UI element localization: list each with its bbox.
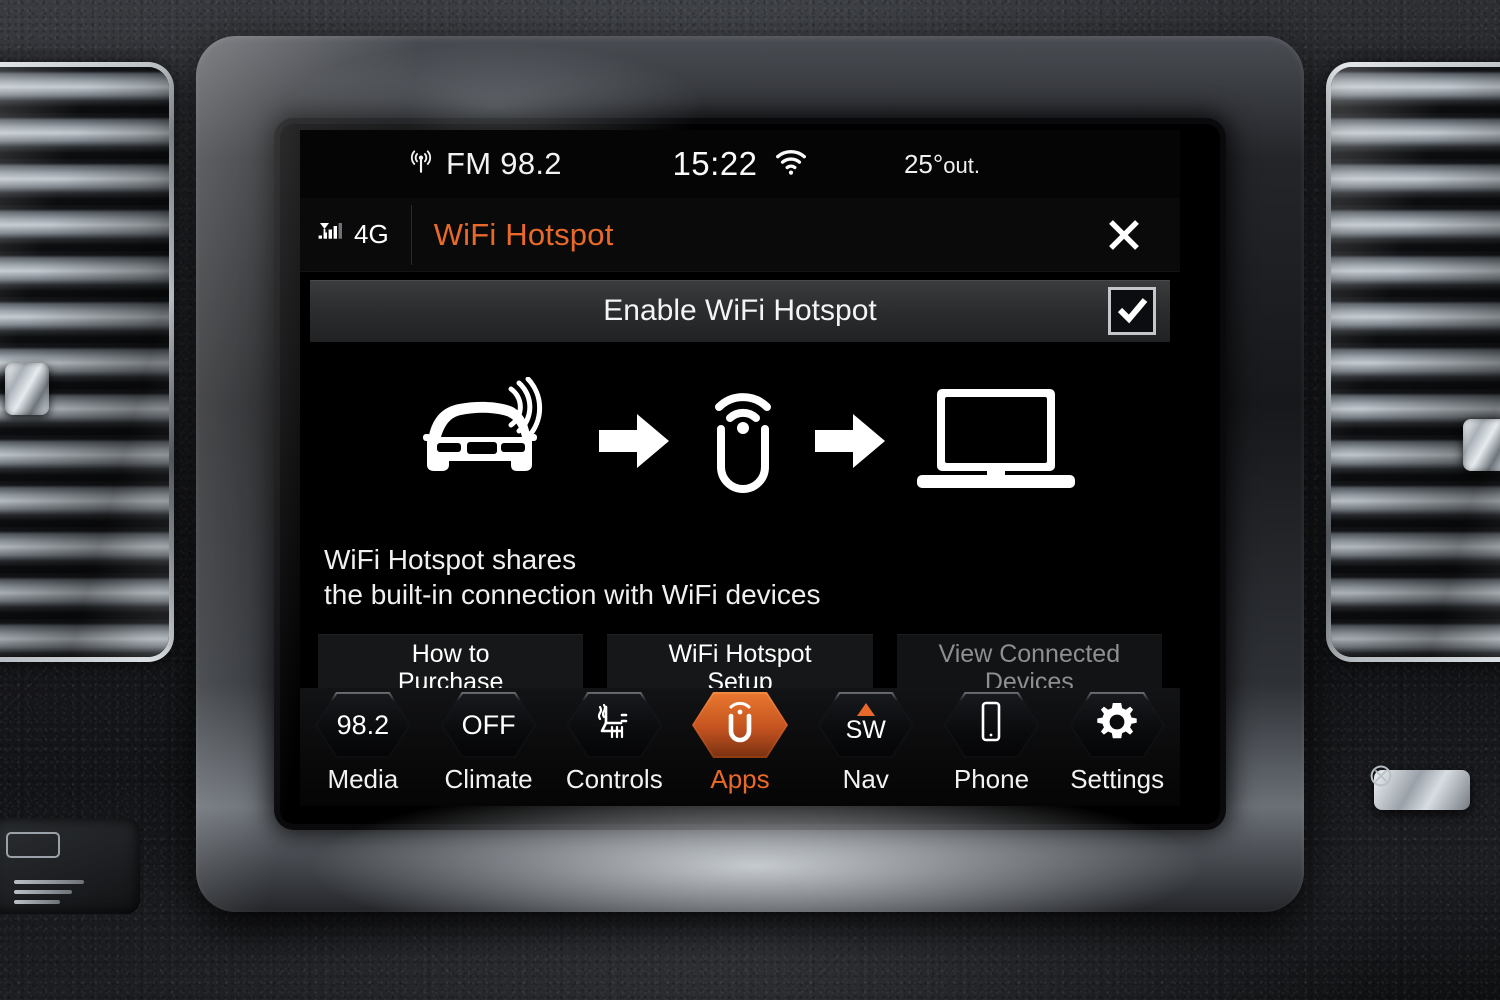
- nav-label-apps: Apps: [710, 764, 770, 794]
- nav-item-climate[interactable]: OFF Climate: [426, 688, 552, 806]
- vent-louvers: [1331, 67, 1500, 657]
- nav-label-climate: Climate: [444, 764, 533, 794]
- nav-heading-value: SW: [845, 716, 886, 744]
- radio-source-label: FM 98.2: [446, 146, 562, 181]
- checkmark-icon: [1117, 298, 1148, 324]
- outside-temperature: 25°out.: [904, 149, 980, 180]
- button-label-line-1: View Connected: [938, 639, 1121, 668]
- lower-left-trim: [0, 818, 140, 914]
- nav-item-nav[interactable]: SW Nav: [803, 688, 929, 806]
- nav-label-nav: Nav: [842, 764, 889, 794]
- vent-adjuster-knob-right[interactable]: [1463, 419, 1500, 471]
- hex-button[interactable]: 98.2: [314, 692, 411, 758]
- heated-seat-icon: [593, 701, 635, 750]
- infotainment-screen[interactable]: FM 98.2 15:22 25°out. 4G WiFi Hotspot En…: [300, 130, 1180, 806]
- title-bar: 4G WiFi Hotspot: [300, 198, 1180, 272]
- temperature-suffix: out.: [943, 152, 980, 178]
- page-title: WiFi Hotspot: [433, 216, 614, 252]
- status-bar-center: 15:22: [672, 145, 807, 183]
- status-bar-left: FM 98.2: [408, 146, 562, 182]
- hex-button[interactable]: [692, 692, 789, 758]
- title-bar-divider: [410, 204, 412, 265]
- status-bar: FM 98.2 15:22 25°out.: [300, 130, 1180, 198]
- nav-item-apps[interactable]: Apps: [677, 688, 803, 806]
- air-vent-left[interactable]: [0, 62, 174, 662]
- air-vent-right[interactable]: [1326, 62, 1500, 662]
- nav-item-phone[interactable]: Phone: [929, 688, 1055, 806]
- vent-adjuster-knob-left[interactable]: [5, 363, 49, 415]
- hex-button[interactable]: OFF: [440, 692, 537, 758]
- nav-label-phone: Phone: [953, 764, 1030, 794]
- hotspot-illustration: [300, 342, 1180, 532]
- uconnect-logo-icon: [723, 699, 757, 752]
- trim-line: [14, 880, 84, 884]
- nav-item-media[interactable]: 98.2 Media: [300, 688, 426, 806]
- hex-button[interactable]: [943, 692, 1040, 758]
- enable-wifi-hotspot-label: Enable WiFi Hotspot: [603, 294, 877, 327]
- nav-climate-value: OFF: [461, 709, 516, 740]
- trim-line: [14, 890, 72, 894]
- gear-icon: [1094, 699, 1140, 752]
- button-label-line-1: How to: [411, 639, 490, 668]
- close-icon[interactable]: [1102, 213, 1146, 257]
- nav-label-controls: Controls: [565, 764, 663, 794]
- smartphone-icon: [978, 700, 1004, 751]
- wifi-icon: [774, 148, 808, 181]
- nav-media-value: 98.2: [336, 709, 390, 740]
- description-line-2: the built-in connection with WiFi device…: [324, 579, 821, 610]
- button-label-line-1: WiFi Hotspot: [668, 639, 812, 668]
- clock: 15:22: [672, 145, 758, 182]
- compass-heading-icon: [856, 703, 876, 717]
- hotspot-description: WiFi Hotspot shares the built-in connect…: [300, 532, 1180, 612]
- hex-button[interactable]: SW: [817, 692, 914, 758]
- hex-button[interactable]: [1069, 692, 1166, 758]
- trim-badge: [6, 832, 60, 858]
- laptop-icon: [913, 385, 1079, 502]
- enable-wifi-hotspot-row[interactable]: Enable WiFi Hotspot: [310, 280, 1170, 342]
- nav-label-media: Media: [327, 764, 399, 794]
- temperature-value: 25°: [903, 148, 944, 179]
- hex-button[interactable]: [566, 692, 663, 758]
- trim-marker-icon: ⨂: [1370, 762, 1392, 787]
- network-type-label: 4G: [354, 219, 389, 249]
- broadcast-antenna-icon: [408, 149, 434, 180]
- nav-item-controls[interactable]: Controls: [551, 688, 677, 806]
- trim-line: [14, 900, 60, 904]
- arrow-right-icon: [815, 410, 887, 477]
- vehicle-dashboard: ⨂ FM 98.2 15:22 25°out. 4G WiFi Hotspot …: [0, 0, 1500, 1000]
- uconnect-wifi-icon: [697, 381, 789, 506]
- nav-label-settings: Settings: [1070, 764, 1165, 794]
- arrow-right-icon: [599, 410, 671, 477]
- vent-louvers: [0, 67, 169, 657]
- car-broadcasting-icon: [401, 376, 573, 510]
- cellular-signal-icon: [318, 220, 344, 250]
- bottom-nav-bar: 98.2 Media OFF Climate Controls Apps SW …: [300, 688, 1180, 806]
- enable-wifi-hotspot-checkbox[interactable]: [1108, 287, 1156, 335]
- nav-item-settings[interactable]: Settings: [1054, 688, 1180, 806]
- description-line-1: WiFi Hotspot shares: [324, 544, 577, 575]
